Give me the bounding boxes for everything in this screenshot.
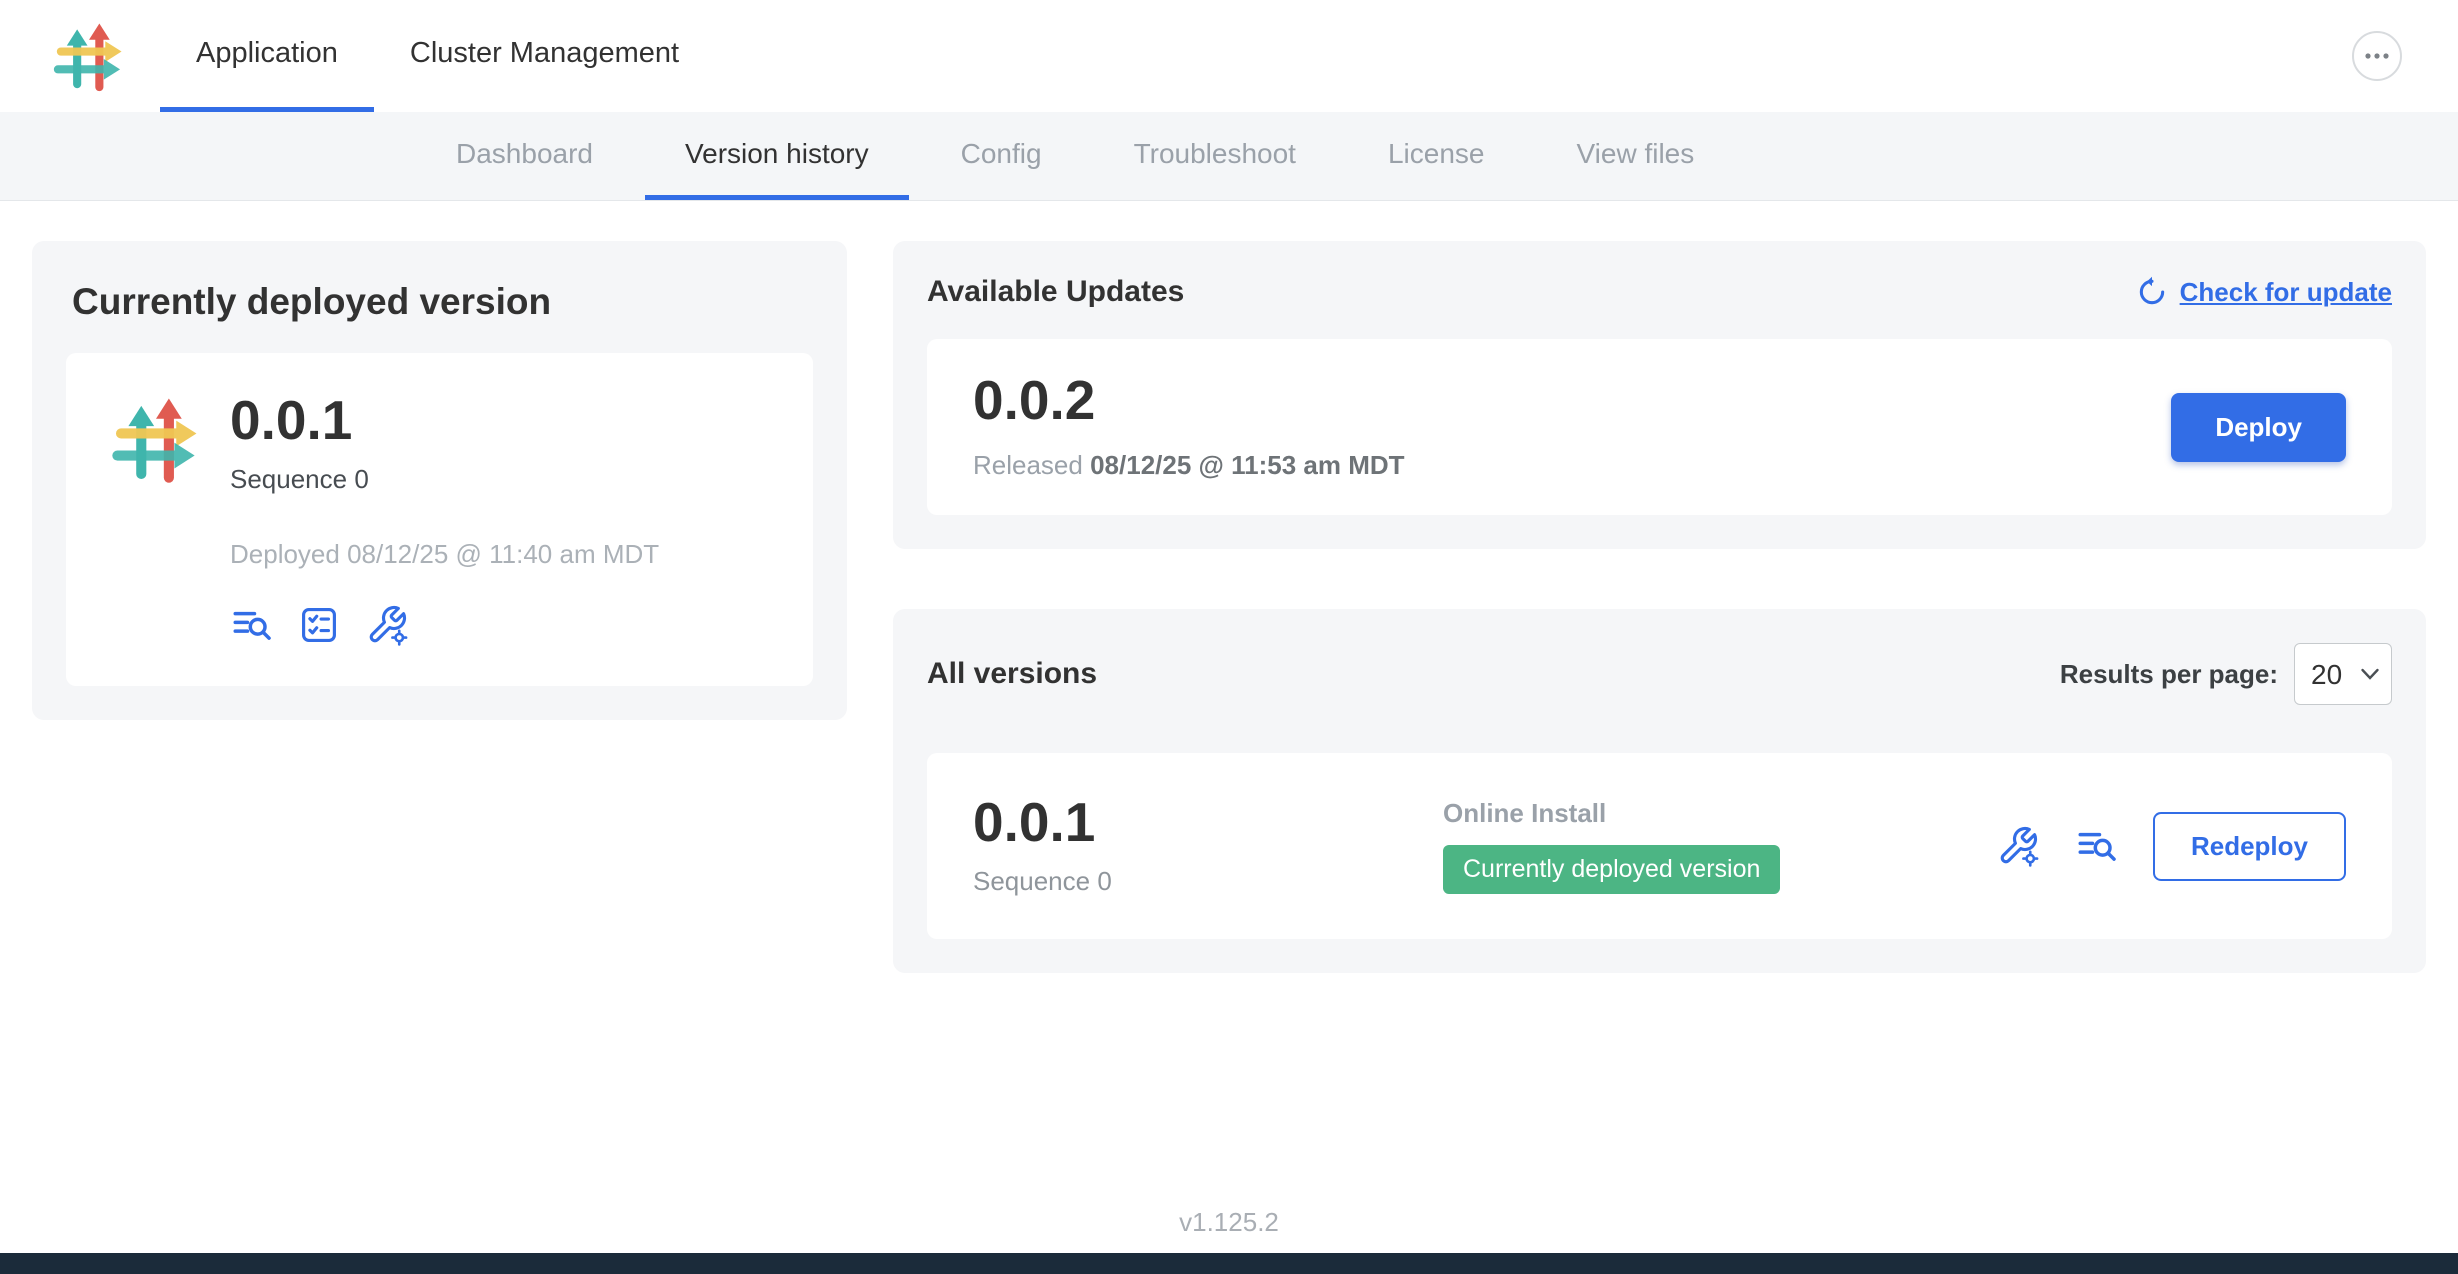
tab-dashboard[interactable]: Dashboard bbox=[416, 112, 633, 200]
refresh-icon bbox=[2136, 276, 2168, 308]
tab-application-label: Application bbox=[196, 37, 338, 70]
edit-config-icon[interactable] bbox=[366, 604, 408, 646]
deployed-version-number: 0.0.1 bbox=[230, 393, 659, 448]
tab-version-history[interactable]: Version history bbox=[645, 112, 909, 200]
tab-dashboard-label: Dashboard bbox=[456, 138, 593, 170]
update-row: 0.0.2 Released 08/12/25 @ 11:53 am MDT D… bbox=[927, 339, 2392, 515]
tab-cluster-management[interactable]: Cluster Management bbox=[374, 0, 715, 112]
tab-troubleshoot[interactable]: Troubleshoot bbox=[1094, 112, 1336, 200]
main-content: Currently deployed version bbox=[32, 241, 2426, 973]
check-for-update-label: Check for update bbox=[2180, 277, 2392, 308]
row-sequence: Sequence 0 bbox=[973, 866, 1443, 897]
row-version-number: 0.0.1 bbox=[973, 795, 1443, 850]
preflight-checks-icon[interactable] bbox=[298, 604, 340, 646]
tab-config-label: Config bbox=[961, 138, 1042, 170]
deployed-timestamp: Deployed 08/12/25 @ 11:40 am MDT bbox=[230, 539, 659, 570]
tab-version-history-label: Version history bbox=[685, 138, 869, 170]
ellipsis-icon bbox=[2364, 52, 2390, 60]
update-version-number: 0.0.2 bbox=[973, 373, 1405, 428]
version-row-actions: Redeploy bbox=[1997, 812, 2346, 881]
results-per-page-label: Results per page: bbox=[2060, 659, 2278, 690]
deploy-button[interactable]: Deploy bbox=[2171, 393, 2346, 462]
tab-view-files[interactable]: View files bbox=[1536, 112, 1734, 200]
results-per-page: Results per page: 20 bbox=[2060, 643, 2392, 705]
version-row-status: Online Install Currently deployed versio… bbox=[1443, 798, 1780, 894]
tab-cluster-management-label: Cluster Management bbox=[410, 37, 679, 70]
all-versions-title: All versions bbox=[927, 657, 1097, 691]
right-column: Available Updates Check for update 0.0.2… bbox=[893, 241, 2426, 973]
deployed-version-info: 0.0.1 Sequence 0 Deployed 08/12/25 @ 11:… bbox=[230, 393, 659, 646]
app-logo-icon bbox=[52, 19, 126, 93]
deployed-version-panel: 0.0.1 Sequence 0 Deployed 08/12/25 @ 11:… bbox=[66, 353, 813, 686]
install-type: Online Install bbox=[1443, 798, 1780, 829]
edit-config-icon[interactable] bbox=[1997, 825, 2039, 867]
available-updates-card: Available Updates Check for update 0.0.2… bbox=[893, 241, 2426, 549]
bottom-bar bbox=[0, 1253, 2458, 1274]
deployed-status-badge: Currently deployed version bbox=[1443, 845, 1780, 894]
deployed-sequence: Sequence 0 bbox=[230, 464, 659, 495]
released-date: 08/12/25 @ 11:53 am MDT bbox=[1090, 450, 1404, 480]
version-row: 0.0.1 Sequence 0 Online Install Currentl… bbox=[927, 753, 2392, 939]
tab-application[interactable]: Application bbox=[160, 0, 374, 112]
currently-deployed-title: Currently deployed version bbox=[72, 281, 813, 323]
released-prefix: Released bbox=[973, 450, 1083, 480]
update-info: 0.0.2 Released 08/12/25 @ 11:53 am MDT bbox=[973, 373, 1405, 481]
more-menu-button[interactable] bbox=[2352, 31, 2402, 81]
deployed-actions bbox=[230, 604, 659, 646]
all-versions-card: All versions Results per page: 20 0 bbox=[893, 609, 2426, 973]
results-per-page-select[interactable]: 20 bbox=[2294, 643, 2392, 705]
footer-version-text: v1.125.2 bbox=[0, 1207, 2458, 1238]
top-nav-right bbox=[2352, 0, 2458, 112]
tab-troubleshoot-label: Troubleshoot bbox=[1134, 138, 1296, 170]
results-per-page-select-wrap: 20 bbox=[2294, 643, 2392, 705]
top-nav: Application Cluster Management bbox=[0, 0, 2458, 112]
update-released-line: Released 08/12/25 @ 11:53 am MDT bbox=[973, 450, 1405, 481]
tab-view-files-label: View files bbox=[1576, 138, 1694, 170]
redeploy-button[interactable]: Redeploy bbox=[2153, 812, 2346, 881]
tab-license[interactable]: License bbox=[1348, 112, 1525, 200]
sub-nav: Dashboard Version history Config Trouble… bbox=[0, 112, 2458, 201]
currently-deployed-card: Currently deployed version bbox=[32, 241, 847, 720]
tab-license-label: License bbox=[1388, 138, 1485, 170]
diff-icon[interactable] bbox=[2075, 825, 2117, 867]
app-logo-icon bbox=[110, 393, 202, 485]
version-row-info: 0.0.1 Sequence 0 bbox=[973, 795, 1443, 897]
available-updates-title: Available Updates bbox=[927, 275, 1184, 309]
diff-icon[interactable] bbox=[230, 604, 272, 646]
check-for-update-link[interactable]: Check for update bbox=[2136, 276, 2392, 308]
tab-config[interactable]: Config bbox=[921, 112, 1082, 200]
